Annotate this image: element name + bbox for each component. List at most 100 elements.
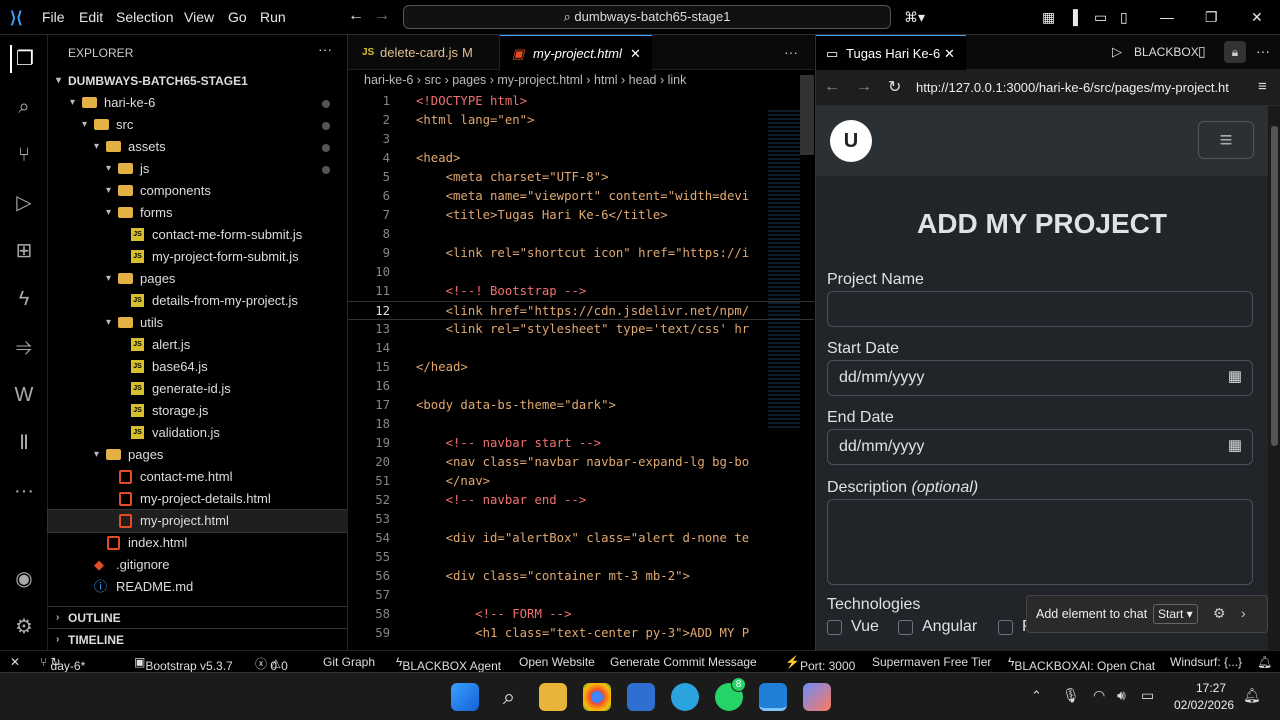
code-line[interactable]: 10 <box>348 263 814 282</box>
vue-checkbox[interactable] <box>827 620 842 635</box>
windows-start-icon[interactable] <box>451 683 479 711</box>
editor-scrollbar[interactable] <box>800 75 814 155</box>
editor-more-icon[interactable]: ··· <box>784 44 798 60</box>
tree-item[interactable]: JS my-project-form-submit.js <box>48 246 348 268</box>
code-line[interactable]: 1 <!DOCTYPE html> <box>348 92 814 111</box>
more-actions-icon[interactable]: ··· <box>318 41 332 57</box>
code-line[interactable]: 18 <box>348 415 814 434</box>
tree-item[interactable]: ▾ src <box>48 114 348 136</box>
calendar-icon[interactable]: ▦ <box>1228 436 1242 454</box>
reload-icon[interactable]: ↻ <box>888 77 901 97</box>
code-line[interactable]: 12 <link href="https://cdn.jsdelivr.net/… <box>348 301 814 320</box>
menu-file[interactable]: File <box>42 9 65 25</box>
code-line[interactable]: 20 <nav class="navbar navbar-expand-lg b… <box>348 453 814 472</box>
breadcrumb-item[interactable]: head <box>629 73 657 87</box>
tab-browser[interactable]: ▭ Tugas Hari Ke-6 ✕ <box>816 35 966 70</box>
branch-status[interactable]: ⑂ day-6* ↻ <box>40 655 85 673</box>
restore-icon[interactable]: ❐ <box>1205 9 1218 26</box>
lock-icon[interactable]: 🔒︎ <box>1224 41 1246 63</box>
gear-icon[interactable]: ⚙ <box>1213 605 1226 622</box>
tree-item[interactable]: my-project.html <box>47 509 349 533</box>
settings-gear-icon[interactable]: ⚙ <box>10 613 38 641</box>
code-line[interactable]: 56 <div class="container mt-3 mb-2"> <box>348 567 814 586</box>
url-bar[interactable]: http://127.0.0.1:3000/hari-ke-6/src/page… <box>916 80 1246 95</box>
tree-item[interactable]: JS validation.js <box>48 422 348 444</box>
menu-run[interactable]: Run <box>260 9 286 25</box>
close-icon[interactable]: ✕ <box>1251 9 1263 26</box>
tab-close-icon[interactable]: ✕ <box>630 36 641 71</box>
supermaven-status[interactable]: Supermaven Free Tier <box>872 655 991 669</box>
logo[interactable]: U <box>830 120 872 162</box>
breadcrumb-item[interactable]: link <box>668 73 687 87</box>
menu-edit[interactable]: Edit <box>79 9 103 25</box>
back-arrow-icon[interactable]: ← <box>348 7 364 25</box>
description-textarea[interactable] <box>827 499 1253 585</box>
tree-item[interactable]: ▾ js <box>48 158 348 180</box>
code-line[interactable]: 17 <body data-bs-theme="dark"> <box>348 396 814 415</box>
blackbox-button[interactable]: BLACKBOX <box>1134 45 1199 59</box>
end-date-input[interactable]: dd/mm/yyyy ▦ <box>827 429 1253 465</box>
outline-section[interactable]: › OUTLINE <box>48 606 348 628</box>
tree-item[interactable]: ▾ assets <box>48 136 348 158</box>
open-website-status[interactable]: Open Website <box>519 655 595 669</box>
git-graph-status[interactable]: Git Graph <box>323 655 375 669</box>
tree-item[interactable]: ▾ utils <box>48 312 348 334</box>
file-explorer-icon[interactable] <box>539 683 567 711</box>
breadcrumb-item[interactable]: html <box>594 73 618 87</box>
calendar-icon[interactable]: ▦ <box>1228 367 1242 385</box>
tree-item[interactable]: JS storage.js <box>48 400 348 422</box>
tree-item[interactable]: my-project-details.html <box>48 488 348 510</box>
minimize-icon[interactable]: — <box>1160 9 1174 25</box>
tree-item[interactable]: JS base64.js <box>48 356 348 378</box>
tab-close-icon[interactable]: ✕ <box>944 36 955 71</box>
bootstrap-status[interactable]: ▣ Bootstrap v5.3.7 <box>134 655 233 673</box>
browser-forward-icon[interactable]: → <box>856 78 872 96</box>
start-date-input[interactable]: dd/mm/yyyy ▦ <box>827 360 1253 396</box>
split-editor-icon[interactable]: ▯ <box>1198 43 1206 60</box>
code-line[interactable]: 57 <box>348 586 814 605</box>
tree-item[interactable]: index.html <box>48 532 348 554</box>
code-line[interactable]: 54 <div id="alertBox" class="alert d-non… <box>348 529 814 548</box>
microphone-icon[interactable]: 🎙︎ <box>1062 687 1080 704</box>
clock-date[interactable]: 02/02/2026 <box>1174 698 1234 712</box>
menu-selection[interactable]: Selection <box>116 9 174 25</box>
run-icon[interactable]: ▷ <box>1112 44 1122 60</box>
whatsapp-icon[interactable]: 8 <box>715 677 746 711</box>
copilot-icon[interactable]: ⌘▾ <box>904 9 925 26</box>
blackbox-agent-status[interactable]: ϟ BLACKBOX Agent <box>396 655 501 673</box>
windsurf-status[interactable]: Windsurf: {...} <box>1170 655 1242 669</box>
chevron-right-icon[interactable]: › <box>1241 605 1246 621</box>
extensions-icon[interactable]: ⊞ <box>10 237 38 265</box>
breadcrumb-item[interactable]: hari-ke-6 <box>364 73 413 87</box>
code-line[interactable]: 58 <!-- FORM --> <box>348 605 814 624</box>
start-dropdown[interactable]: Start ▾ <box>1153 604 1198 624</box>
remote-icon[interactable]: ✕ <box>10 655 20 669</box>
notification-bell-icon[interactable]: 🔔︎ <box>1257 655 1272 669</box>
tree-item[interactable]: contact-me.html <box>48 466 348 488</box>
blackbox-chat-status[interactable]: ϟ BLACKBOXAI: Open Chat <box>1008 655 1155 673</box>
code-line[interactable]: 4 <head> <box>348 149 814 168</box>
code-line[interactable]: 19 <!-- navbar start --> <box>348 434 814 453</box>
blackbox-icon[interactable]: ϟ <box>10 285 38 313</box>
code-line[interactable]: 15 </head> <box>348 358 814 377</box>
breadcrumb-item[interactable]: pages <box>452 73 486 87</box>
menu-go[interactable]: Go <box>228 9 247 25</box>
chrome-icon[interactable] <box>583 683 611 711</box>
code-line[interactable]: 6 <meta name="viewport" content="width=d… <box>348 187 814 206</box>
tree-item[interactable]: ⓘ README.md <box>48 576 348 598</box>
code-line[interactable]: 52 <!-- navbar end --> <box>348 491 814 510</box>
panel-toggle-icon[interactable]: ▭ <box>1094 9 1107 26</box>
code-line[interactable]: 2 <html lang="en"> <box>348 111 814 130</box>
code-line[interactable]: 7 <title>Tugas Hari Ke-6</title> <box>348 206 814 225</box>
project-name-input[interactable] <box>827 291 1253 327</box>
forward-arrow-icon[interactable]: → <box>374 7 390 25</box>
tree-item[interactable]: JS alert.js <box>48 334 348 356</box>
tree-item[interactable]: JS generate-id.js <box>48 378 348 400</box>
more-icon[interactable]: ··· <box>10 477 38 505</box>
code-line[interactable]: 53 <box>348 510 814 529</box>
volume-icon[interactable]: 🔊︎ <box>1117 687 1126 704</box>
search-icon[interactable]: ⌕ <box>495 683 523 711</box>
code-line[interactable]: 14 <box>348 339 814 358</box>
browser-scrollbar[interactable] <box>1268 106 1280 650</box>
code-line[interactable]: 16 <box>348 377 814 396</box>
